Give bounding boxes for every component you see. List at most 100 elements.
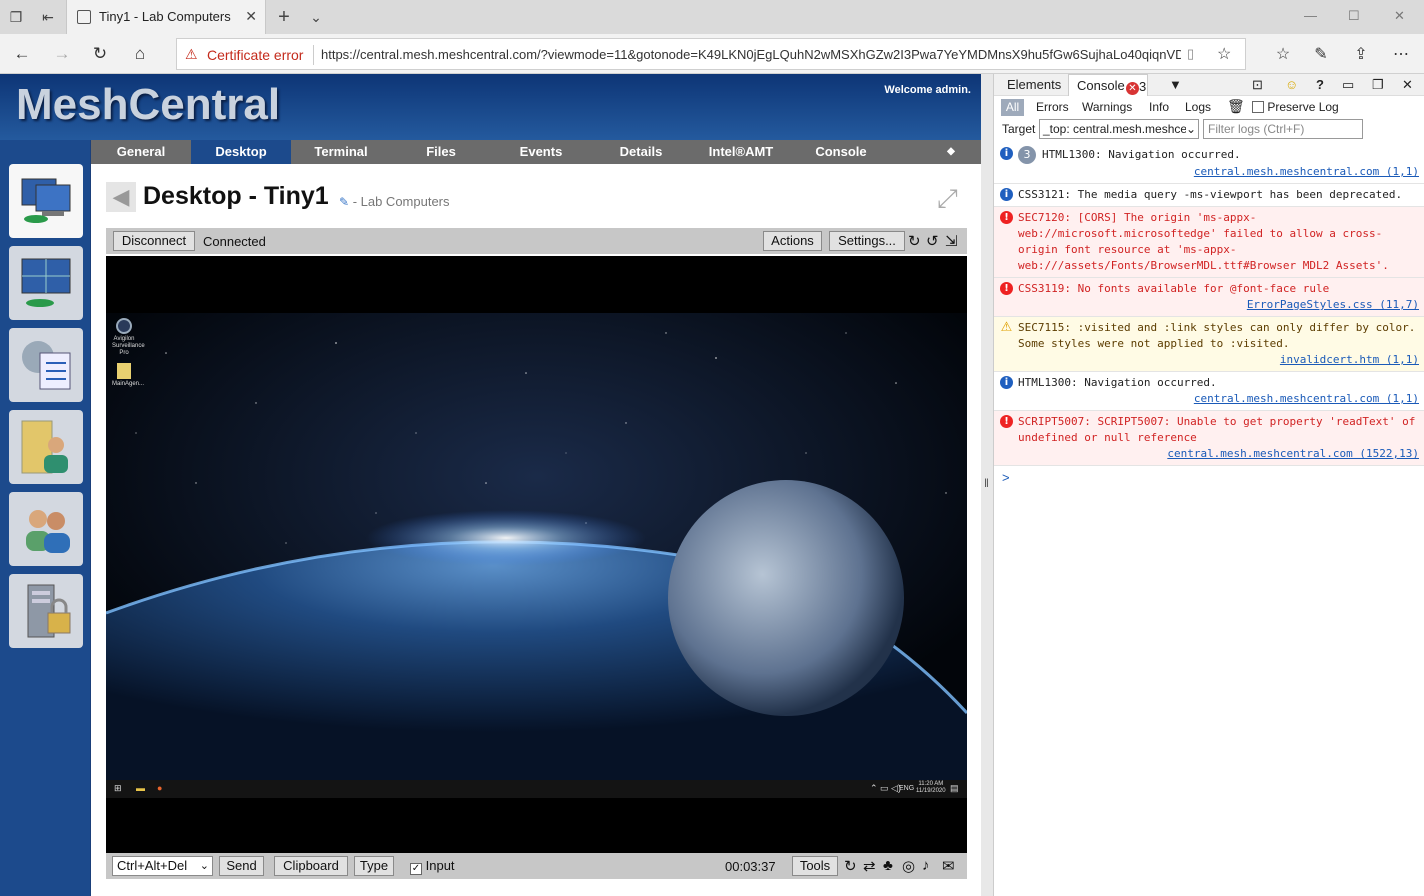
nav-device-group[interactable] [9, 246, 83, 320]
tab-terminal[interactable]: Terminal [291, 140, 391, 164]
device-tabs: General Desktop Terminal Files Events De… [91, 140, 981, 164]
tab-actions-icon[interactable]: ❐ [6, 8, 26, 26]
info-icon: i [1000, 147, 1013, 160]
nav-my-events[interactable] [9, 328, 83, 402]
dock-icon[interactable]: ▭ [1342, 77, 1354, 93]
close-devtools-icon[interactable]: ✕ [1402, 77, 1413, 93]
nav-my-files[interactable] [9, 410, 83, 484]
favorite-star-icon[interactable]: ☆ [1217, 44, 1231, 64]
server-lock-icon [27, 584, 71, 638]
address-bar[interactable]: ⚠ Certificate error https://central.mesh… [176, 38, 1246, 70]
console-toggle-icon[interactable]: ⊡ [1252, 77, 1263, 93]
file-transfer-icon[interactable]: ⇄ [863, 857, 876, 875]
more-icon[interactable]: ⋯ [1390, 44, 1412, 64]
nav-my-users[interactable] [9, 492, 83, 566]
filter-info[interactable]: Info [1149, 100, 1169, 114]
tab-events[interactable]: Events [491, 140, 591, 164]
nav-my-server[interactable] [9, 574, 83, 648]
rotate-right-icon[interactable]: ↻ [908, 232, 921, 250]
favorites-icon[interactable]: ☆ [1272, 44, 1294, 64]
refresh-icon[interactable]: ↻ [88, 43, 112, 65]
desktop-icon-mainagent[interactable]: MainAgen... [112, 363, 144, 388]
logo: MeshCentral [16, 80, 281, 129]
bell-icon[interactable]: ♪ [922, 857, 930, 874]
globe-icon[interactable]: ◎ [902, 857, 915, 875]
clipboard-button[interactable]: Clipboard [274, 856, 348, 876]
explorer-icon[interactable]: ▬ [136, 783, 145, 793]
message-source-link[interactable]: central.mesh.meshcentral.com (1,1) [1018, 164, 1419, 180]
tray-icons: ⌃ ▭ ◁) [870, 783, 901, 793]
rotate-left-icon[interactable]: ↺ [926, 232, 939, 250]
fullscreen-icon[interactable]: ⤢ [937, 183, 958, 215]
desktop-panel: ◀ Desktop - Tiny1 ✎ - Lab Computers ⤢ Di… [91, 164, 981, 896]
resize-icon[interactable]: ⇲ [945, 232, 958, 250]
tab-options-icon[interactable]: ◆ [921, 140, 981, 164]
reading-view-icon[interactable]: ▯ [1187, 46, 1194, 62]
browser-tab[interactable]: Tiny1 - Lab Computers ✕ [66, 0, 266, 35]
undock-icon[interactable]: ❐ [1372, 77, 1384, 93]
home-icon[interactable]: ⌂ [128, 43, 152, 65]
forward-icon[interactable]: → [50, 43, 74, 65]
filter-all[interactable]: All [1001, 99, 1024, 116]
target-select[interactable]: _top: central.mesh.meshce ⌄ [1039, 119, 1199, 139]
nav-my-devices[interactable] [9, 164, 83, 238]
address-toolbar: ← → ↻ ⌂ ⚠ Certificate error https://cent… [0, 34, 1424, 74]
remote-desktop-view[interactable]: Avigilon Surveillance Pro MainAgen... ⊞ … [106, 256, 967, 853]
url-text[interactable]: https://central.mesh.meshcentral.com/?vi… [321, 47, 1181, 62]
keys-select[interactable]: Ctrl+Alt+Del ⌄ [112, 856, 213, 876]
message-text: 3 HTML1300: Navigation occurred. [1018, 146, 1419, 164]
notes-pen-icon[interactable]: ✎ [1310, 44, 1332, 64]
tab-general[interactable]: General [91, 140, 191, 164]
filter-logs[interactable]: Logs [1185, 100, 1211, 114]
notifications-icon[interactable]: ▤ [950, 783, 959, 794]
desktop-icon-avigilon[interactable]: Avigilon Surveillance Pro [112, 318, 145, 357]
filter-warnings[interactable]: Warnings [1082, 100, 1132, 114]
input-checkbox[interactable]: ✓ Input [410, 858, 455, 875]
tools-button[interactable]: Tools [792, 856, 838, 876]
clear-console-icon[interactable]: 🗑 [1227, 98, 1245, 115]
certificate-error[interactable]: Certificate error [207, 47, 303, 63]
minimize-icon[interactable]: — [1304, 8, 1317, 23]
settings-button[interactable]: Settings... [829, 231, 905, 251]
firefox-icon[interactable]: ● [157, 783, 162, 793]
welcome-text: Welcome admin. [884, 84, 971, 96]
more-tools-chevron-icon[interactable]: ▼ [1169, 77, 1182, 92]
close-tab-icon[interactable]: ✕ [245, 8, 257, 25]
edit-icon[interactable]: ✎ [339, 195, 349, 209]
message-source-link[interactable]: ErrorPageStyles.css (11,7) [1018, 297, 1419, 313]
set-aside-tabs-icon[interactable]: ⇤ [38, 8, 58, 26]
tab-console[interactable]: Console [791, 140, 891, 164]
preserve-log-checkbox[interactable]: Preserve Log [1252, 100, 1339, 114]
help-icon[interactable]: ? [1316, 77, 1324, 92]
type-button[interactable]: Type [354, 856, 394, 876]
tab-intel-amt[interactable]: Intel®AMT [691, 140, 791, 164]
new-tab-icon[interactable]: + [274, 7, 294, 27]
tab-elements[interactable]: Elements [1007, 77, 1061, 92]
message-source-link[interactable]: invalidcert.htm (1,1) [1018, 352, 1419, 368]
maximize-icon[interactable]: ☐ [1348, 8, 1360, 24]
tab-desktop[interactable]: Desktop [191, 140, 291, 164]
tab-files[interactable]: Files [391, 140, 491, 164]
reload-icon[interactable]: ↻ [844, 857, 857, 875]
disconnect-button[interactable]: Disconnect [113, 231, 195, 251]
tab-details[interactable]: Details [591, 140, 691, 164]
back-icon[interactable]: ← [10, 43, 34, 65]
message-source-link[interactable]: central.mesh.meshcentral.com (1,1) [1018, 391, 1419, 407]
filter-errors[interactable]: Errors [1036, 100, 1069, 114]
tab-console-dev[interactable]: Console ✕ 3 [1068, 74, 1148, 96]
tab-list-chevron-icon[interactable]: ⌄ [306, 8, 326, 26]
console-prompt[interactable]: > [994, 466, 1424, 489]
tree-icon[interactable]: ♣ [883, 857, 893, 874]
feedback-smiley-icon[interactable]: ☺ [1285, 77, 1298, 92]
panel-splitter[interactable]: ‖ [981, 74, 993, 896]
share-icon[interactable]: ⇪ [1350, 44, 1372, 64]
start-icon[interactable]: ⊞ [114, 783, 122, 794]
message-source-link[interactable]: central.mesh.meshcentral.com (1522,13) [1018, 446, 1419, 462]
chat-icon[interactable]: ✉ [942, 857, 955, 875]
back-arrow-icon[interactable]: ◀ [106, 182, 136, 212]
actions-button[interactable]: Actions [763, 231, 822, 251]
close-window-icon[interactable]: ✕ [1394, 8, 1405, 24]
filter-logs-input[interactable]: Filter logs (Ctrl+F) [1203, 119, 1363, 139]
group-name[interactable]: - Lab Computers [353, 194, 450, 209]
send-button[interactable]: Send [219, 856, 264, 876]
